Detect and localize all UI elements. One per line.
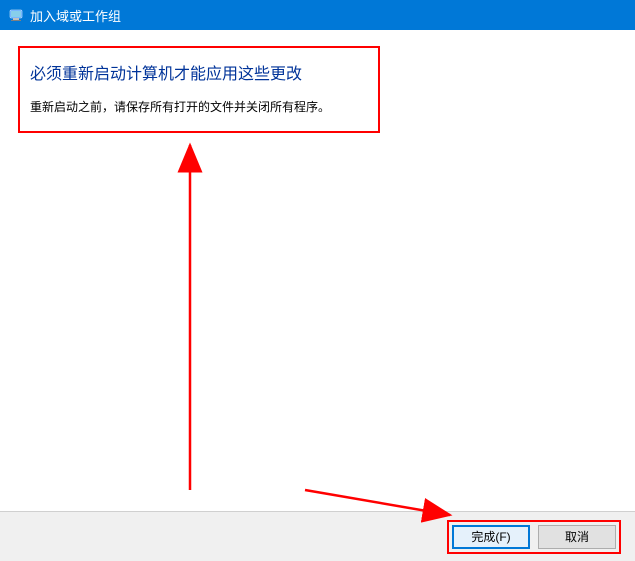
- cancel-button[interactable]: 取消: [538, 525, 616, 549]
- titlebar: 加入域或工作组: [0, 0, 635, 30]
- window-title: 加入域或工作组: [30, 6, 121, 25]
- content-area: 必须重新启动计算机才能应用这些更改 重新启动之前，请保存所有打开的文件并关闭所有…: [0, 30, 635, 511]
- restart-heading: 必须重新启动计算机才能应用这些更改: [30, 60, 362, 84]
- dialog-footer: 完成(F) 取消: [0, 511, 635, 561]
- annotation-highlight-box: 必须重新启动计算机才能应用这些更改 重新启动之前，请保存所有打开的文件并关闭所有…: [18, 46, 380, 133]
- restart-subtext: 重新启动之前，请保存所有打开的文件并关闭所有程序。: [30, 98, 362, 115]
- finish-button[interactable]: 完成(F): [452, 525, 530, 549]
- computer-icon: [8, 7, 24, 23]
- annotation-highlight-buttons: 完成(F) 取消: [447, 520, 621, 554]
